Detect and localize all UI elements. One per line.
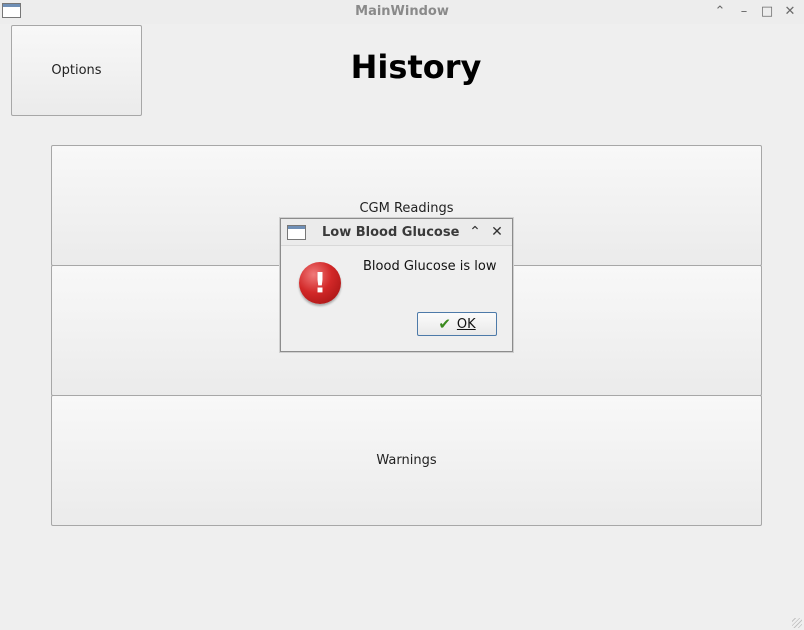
error-icon: ! xyxy=(299,262,341,304)
chevron-up-icon[interactable]: ⌃ xyxy=(466,223,484,241)
dialog-message: Blood Glucose is low xyxy=(363,259,497,274)
dialog-titlebar: Low Blood Glucose ⌃ ✕ xyxy=(281,219,512,246)
main-window-titlebar: MainWindow ⌃ – □ ✕ xyxy=(0,0,804,25)
minimize-button[interactable]: – xyxy=(735,3,753,21)
check-icon: ✔ xyxy=(438,315,451,333)
dialog-close-button[interactable]: ✕ xyxy=(488,223,506,241)
page-title: History xyxy=(350,48,482,86)
ok-button[interactable]: ✔ OK xyxy=(417,312,497,336)
maximize-button[interactable]: □ xyxy=(758,3,776,21)
low-glucose-dialog: Low Blood Glucose ⌃ ✕ ! Blood Glucose is… xyxy=(280,218,513,352)
dialog-title: Low Blood Glucose xyxy=(322,225,460,240)
maximize-up-icon[interactable]: ⌃ xyxy=(711,3,729,21)
ok-button-label: OK xyxy=(456,316,476,332)
warnings-button[interactable]: Warnings xyxy=(51,395,762,526)
window-title: MainWindow xyxy=(355,4,449,19)
close-button[interactable]: ✕ xyxy=(781,3,799,21)
dialog-window-icon xyxy=(287,225,306,240)
resize-grip[interactable] xyxy=(792,618,802,628)
